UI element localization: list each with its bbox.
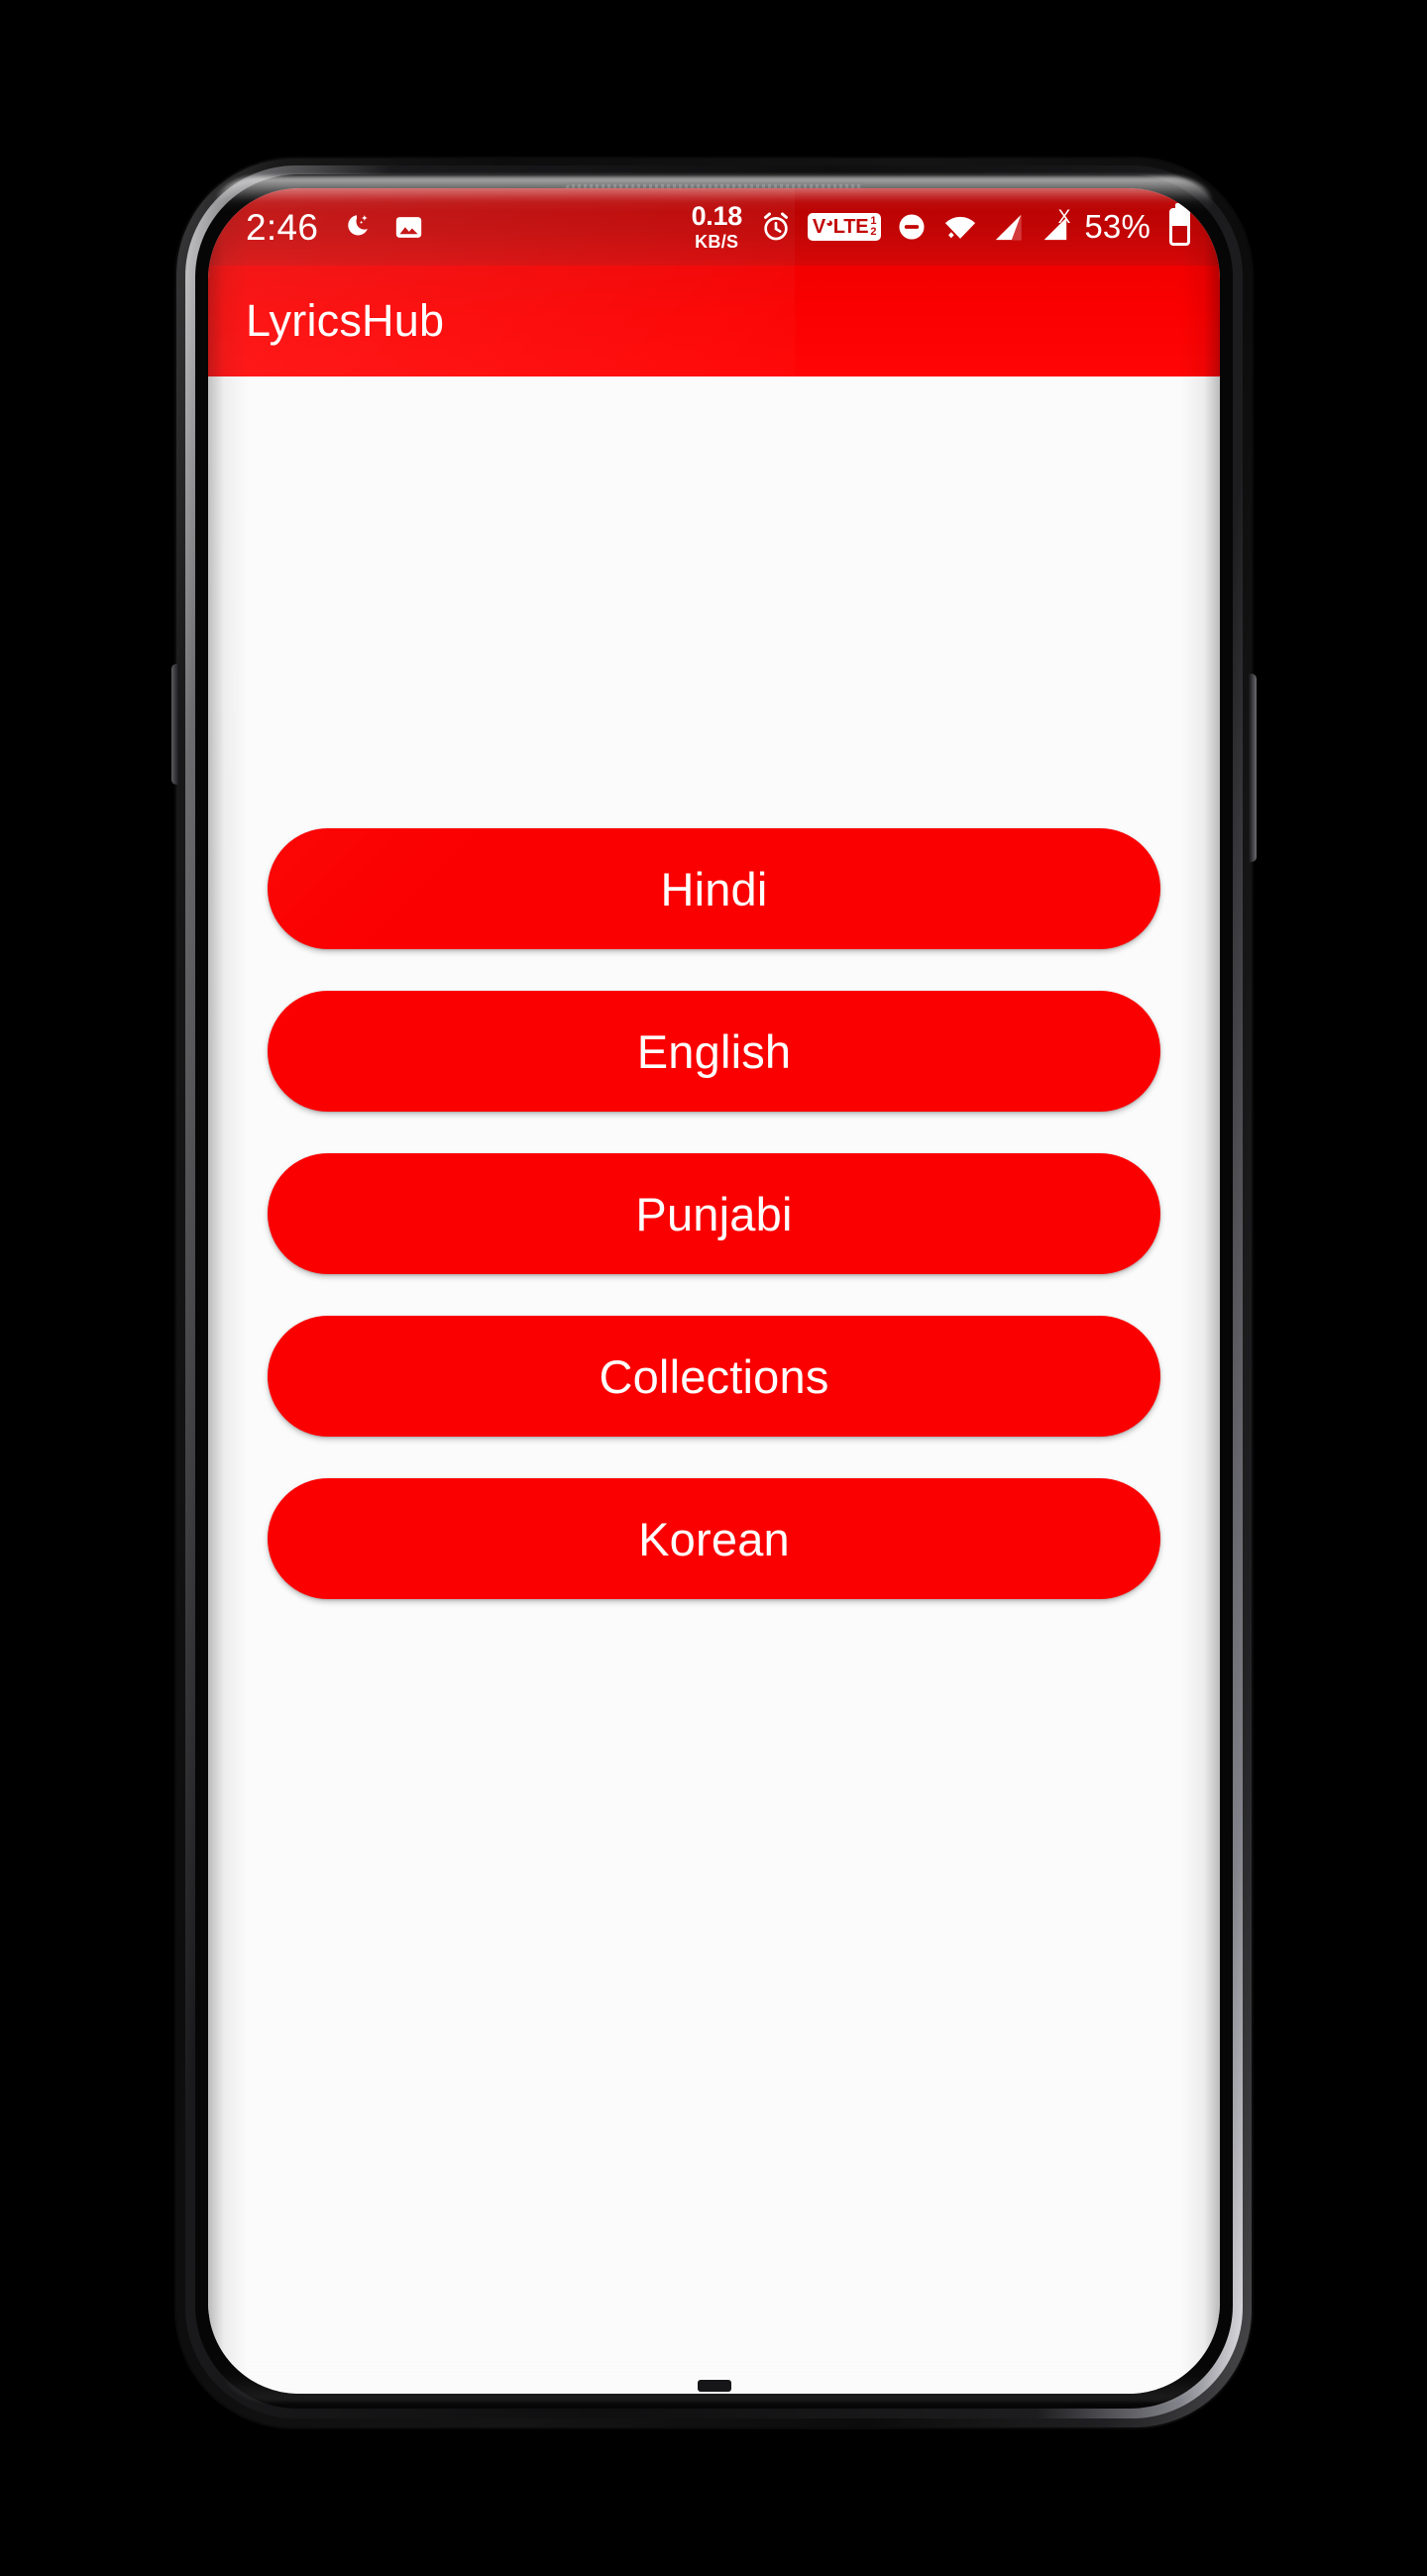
volte-badge: V ◕ LTE 1 2: [807, 212, 882, 242]
volte-label-post: LTE: [832, 216, 869, 238]
language-button-hindi[interactable]: Hindi: [268, 828, 1160, 949]
language-button-list: Hindi English Punjabi Collections Korean: [268, 828, 1160, 1599]
volte-sim-fraction: 1 2: [870, 215, 877, 238]
network-speed-value: 0.18: [691, 201, 743, 231]
status-bar-right-group: 0.18 KB/S V ◕ LTE 1 2 X 53%: [692, 203, 1190, 251]
status-bar-left-group: 2:46: [246, 209, 424, 246]
language-button-punjabi[interactable]: Punjabi: [268, 1153, 1160, 1274]
phone-screen: 2:46 0.18 KB/S V ◕ LTE 1 2 X 53% LyricsH…: [208, 188, 1220, 2394]
status-bar: 2:46 0.18 KB/S V ◕ LTE 1 2 X 53%: [208, 188, 1220, 266]
language-button-korean[interactable]: Korean: [268, 1478, 1160, 1599]
battery-icon: [1169, 208, 1190, 246]
language-button-english[interactable]: English: [268, 991, 1160, 1112]
main-content: Hindi English Punjabi Collections Korean: [208, 376, 1220, 2394]
network-speed-indicator: 0.18 KB/S: [691, 201, 743, 252]
wifi-icon: [942, 211, 978, 243]
app-bar: LyricsHub: [208, 266, 1220, 376]
volte-label-pre: V: [812, 216, 826, 238]
bottom-port: [697, 2380, 731, 2392]
cellular-no-service-mark: X: [1057, 206, 1071, 228]
language-button-collections[interactable]: Collections: [268, 1316, 1160, 1437]
do-not-disturb-icon: [896, 211, 928, 243]
network-speed-unit: KB/S: [695, 232, 739, 252]
cellular-no-service-icon: X: [1039, 208, 1070, 243]
page-title: LyricsHub: [246, 295, 445, 346]
phone-device: 2:46 0.18 KB/S V ◕ LTE 1 2 X 53% LyricsH…: [171, 159, 1257, 2427]
moon-stars-icon: [340, 211, 372, 243]
battery-fill-level: [1172, 211, 1187, 227]
image-icon: [393, 212, 424, 243]
volte-sim-denominator: 2: [870, 226, 877, 238]
status-bar-clock: 2:46: [246, 206, 319, 248]
cellular-signal-icon: [993, 212, 1024, 243]
alarm-clock-icon: [759, 210, 793, 244]
power-button[interactable]: [1249, 674, 1257, 862]
battery-percent-label: 53%: [1084, 208, 1151, 245]
volume-button[interactable]: [171, 664, 179, 785]
